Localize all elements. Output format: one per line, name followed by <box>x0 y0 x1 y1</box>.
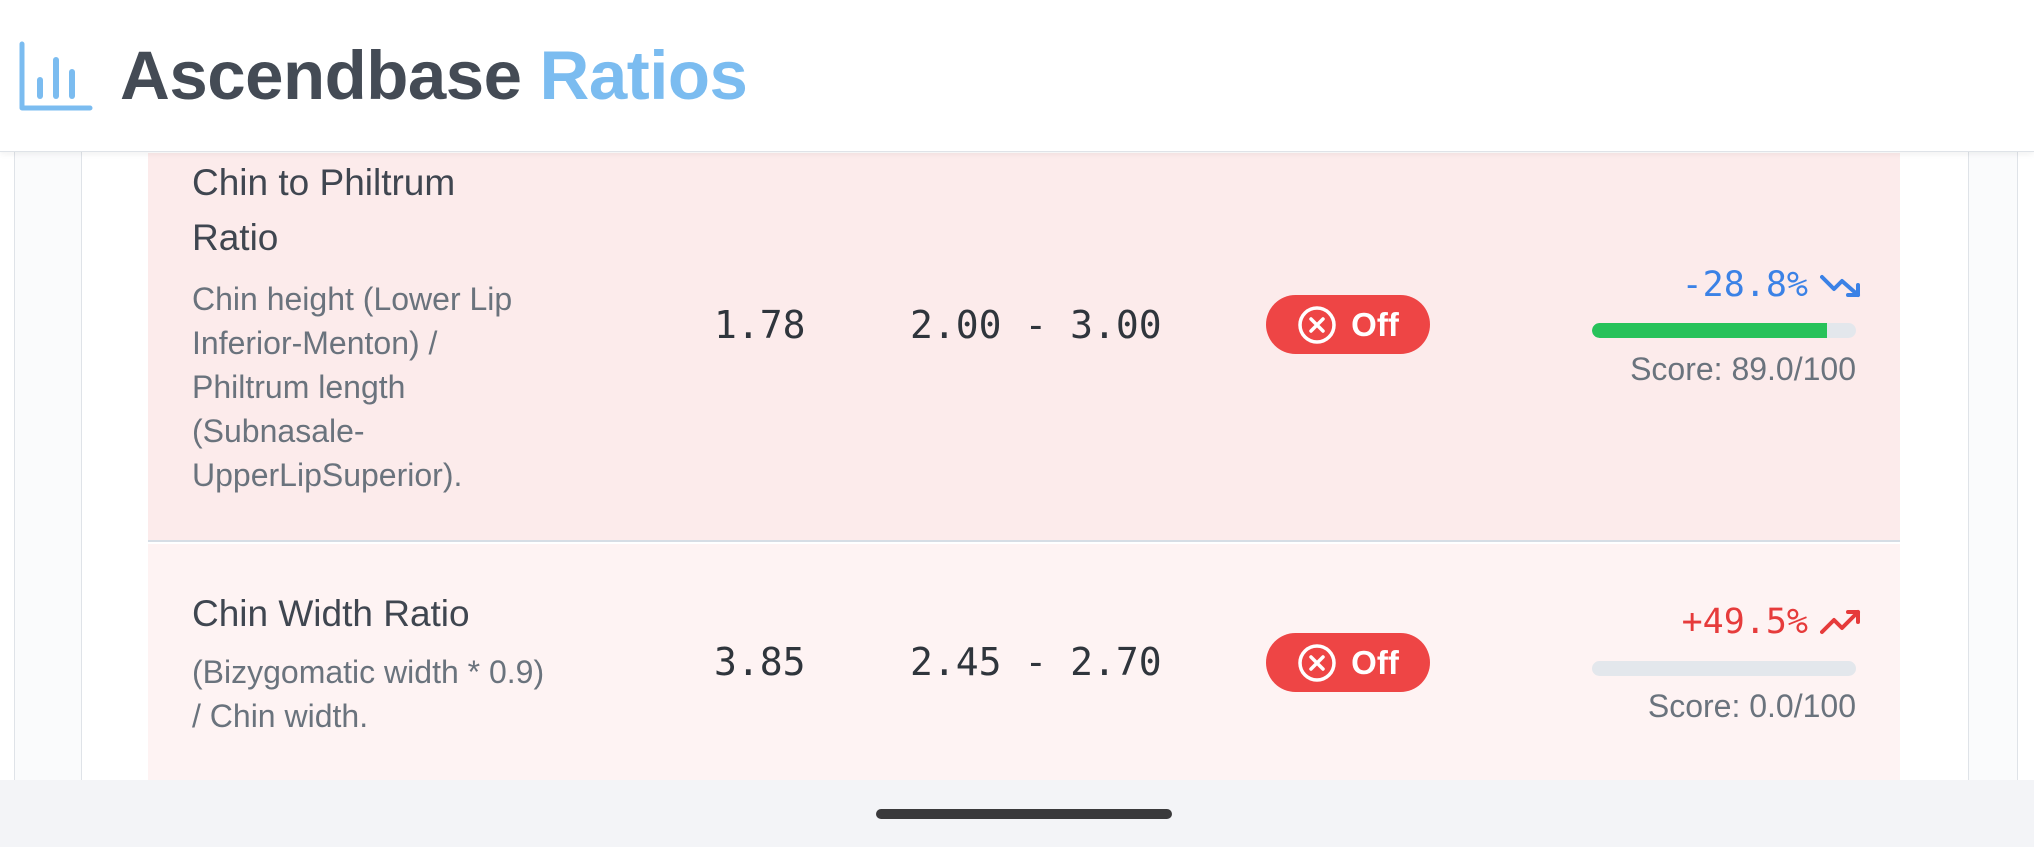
brand-name: Ascendbase <box>120 37 522 114</box>
ideal-range: 2.00 - 3.00 <box>910 303 1162 347</box>
status-badge: Off <box>1266 295 1430 354</box>
score-text: Score: 89.0/100 <box>1630 351 1856 387</box>
score-bar <box>1592 661 1856 676</box>
system-navigation-bar <box>0 780 2034 847</box>
ratio-name: Chin to Philtrum Ratio <box>192 162 456 258</box>
x-circle-icon <box>1298 305 1336 344</box>
ideal-range: 2.45 - 2.70 <box>910 640 1162 684</box>
score-bar-fill <box>1592 323 1827 338</box>
app-header: Ascendbase Ratios <box>0 0 2034 152</box>
ratio-value: 3.85 <box>714 640 806 684</box>
deviation: -28.8% <box>1682 265 1862 305</box>
app-title: Ascendbase Ratios <box>120 36 748 115</box>
trend-down-icon <box>1820 275 1860 297</box>
status-badge: Off <box>1266 633 1430 692</box>
page: Ascendbase Ratios Chin to Philtrum Ratio … <box>0 0 2034 847</box>
bar-chart-icon <box>19 41 93 110</box>
x-circle-icon <box>1298 643 1336 682</box>
ratio-description: Chin height (Lower Lip Inferior-Menton) … <box>192 281 513 493</box>
ratio-value: 1.78 <box>714 303 806 347</box>
status-label: Off <box>1351 305 1399 343</box>
ratios-content: Chin to Philtrum Ratio Chin height (Lowe… <box>0 149 2034 789</box>
ratio-description: (Bizygomatic width * 0.9) / Chin width. <box>192 654 545 734</box>
home-indicator[interactable] <box>876 809 1172 819</box>
ratio-row[interactable]: Chin to Philtrum Ratio Chin height (Lowe… <box>148 153 1900 542</box>
brand-section: Ratios <box>539 37 748 114</box>
score-text: Score: 0.0/100 <box>1647 688 1856 724</box>
ratio-row[interactable]: Chin Width Ratio (Bizygomatic width * 0.… <box>148 544 1900 784</box>
deviation-value: +49.5% <box>1681 602 1808 642</box>
status-label: Off <box>1351 643 1399 681</box>
trend-up-icon <box>1820 610 1860 634</box>
deviation-value: -28.8% <box>1681 265 1808 305</box>
ratio-name: Chin Width Ratio <box>192 593 470 634</box>
score-bar <box>1592 323 1856 338</box>
deviation: +49.5% <box>1682 602 1862 642</box>
